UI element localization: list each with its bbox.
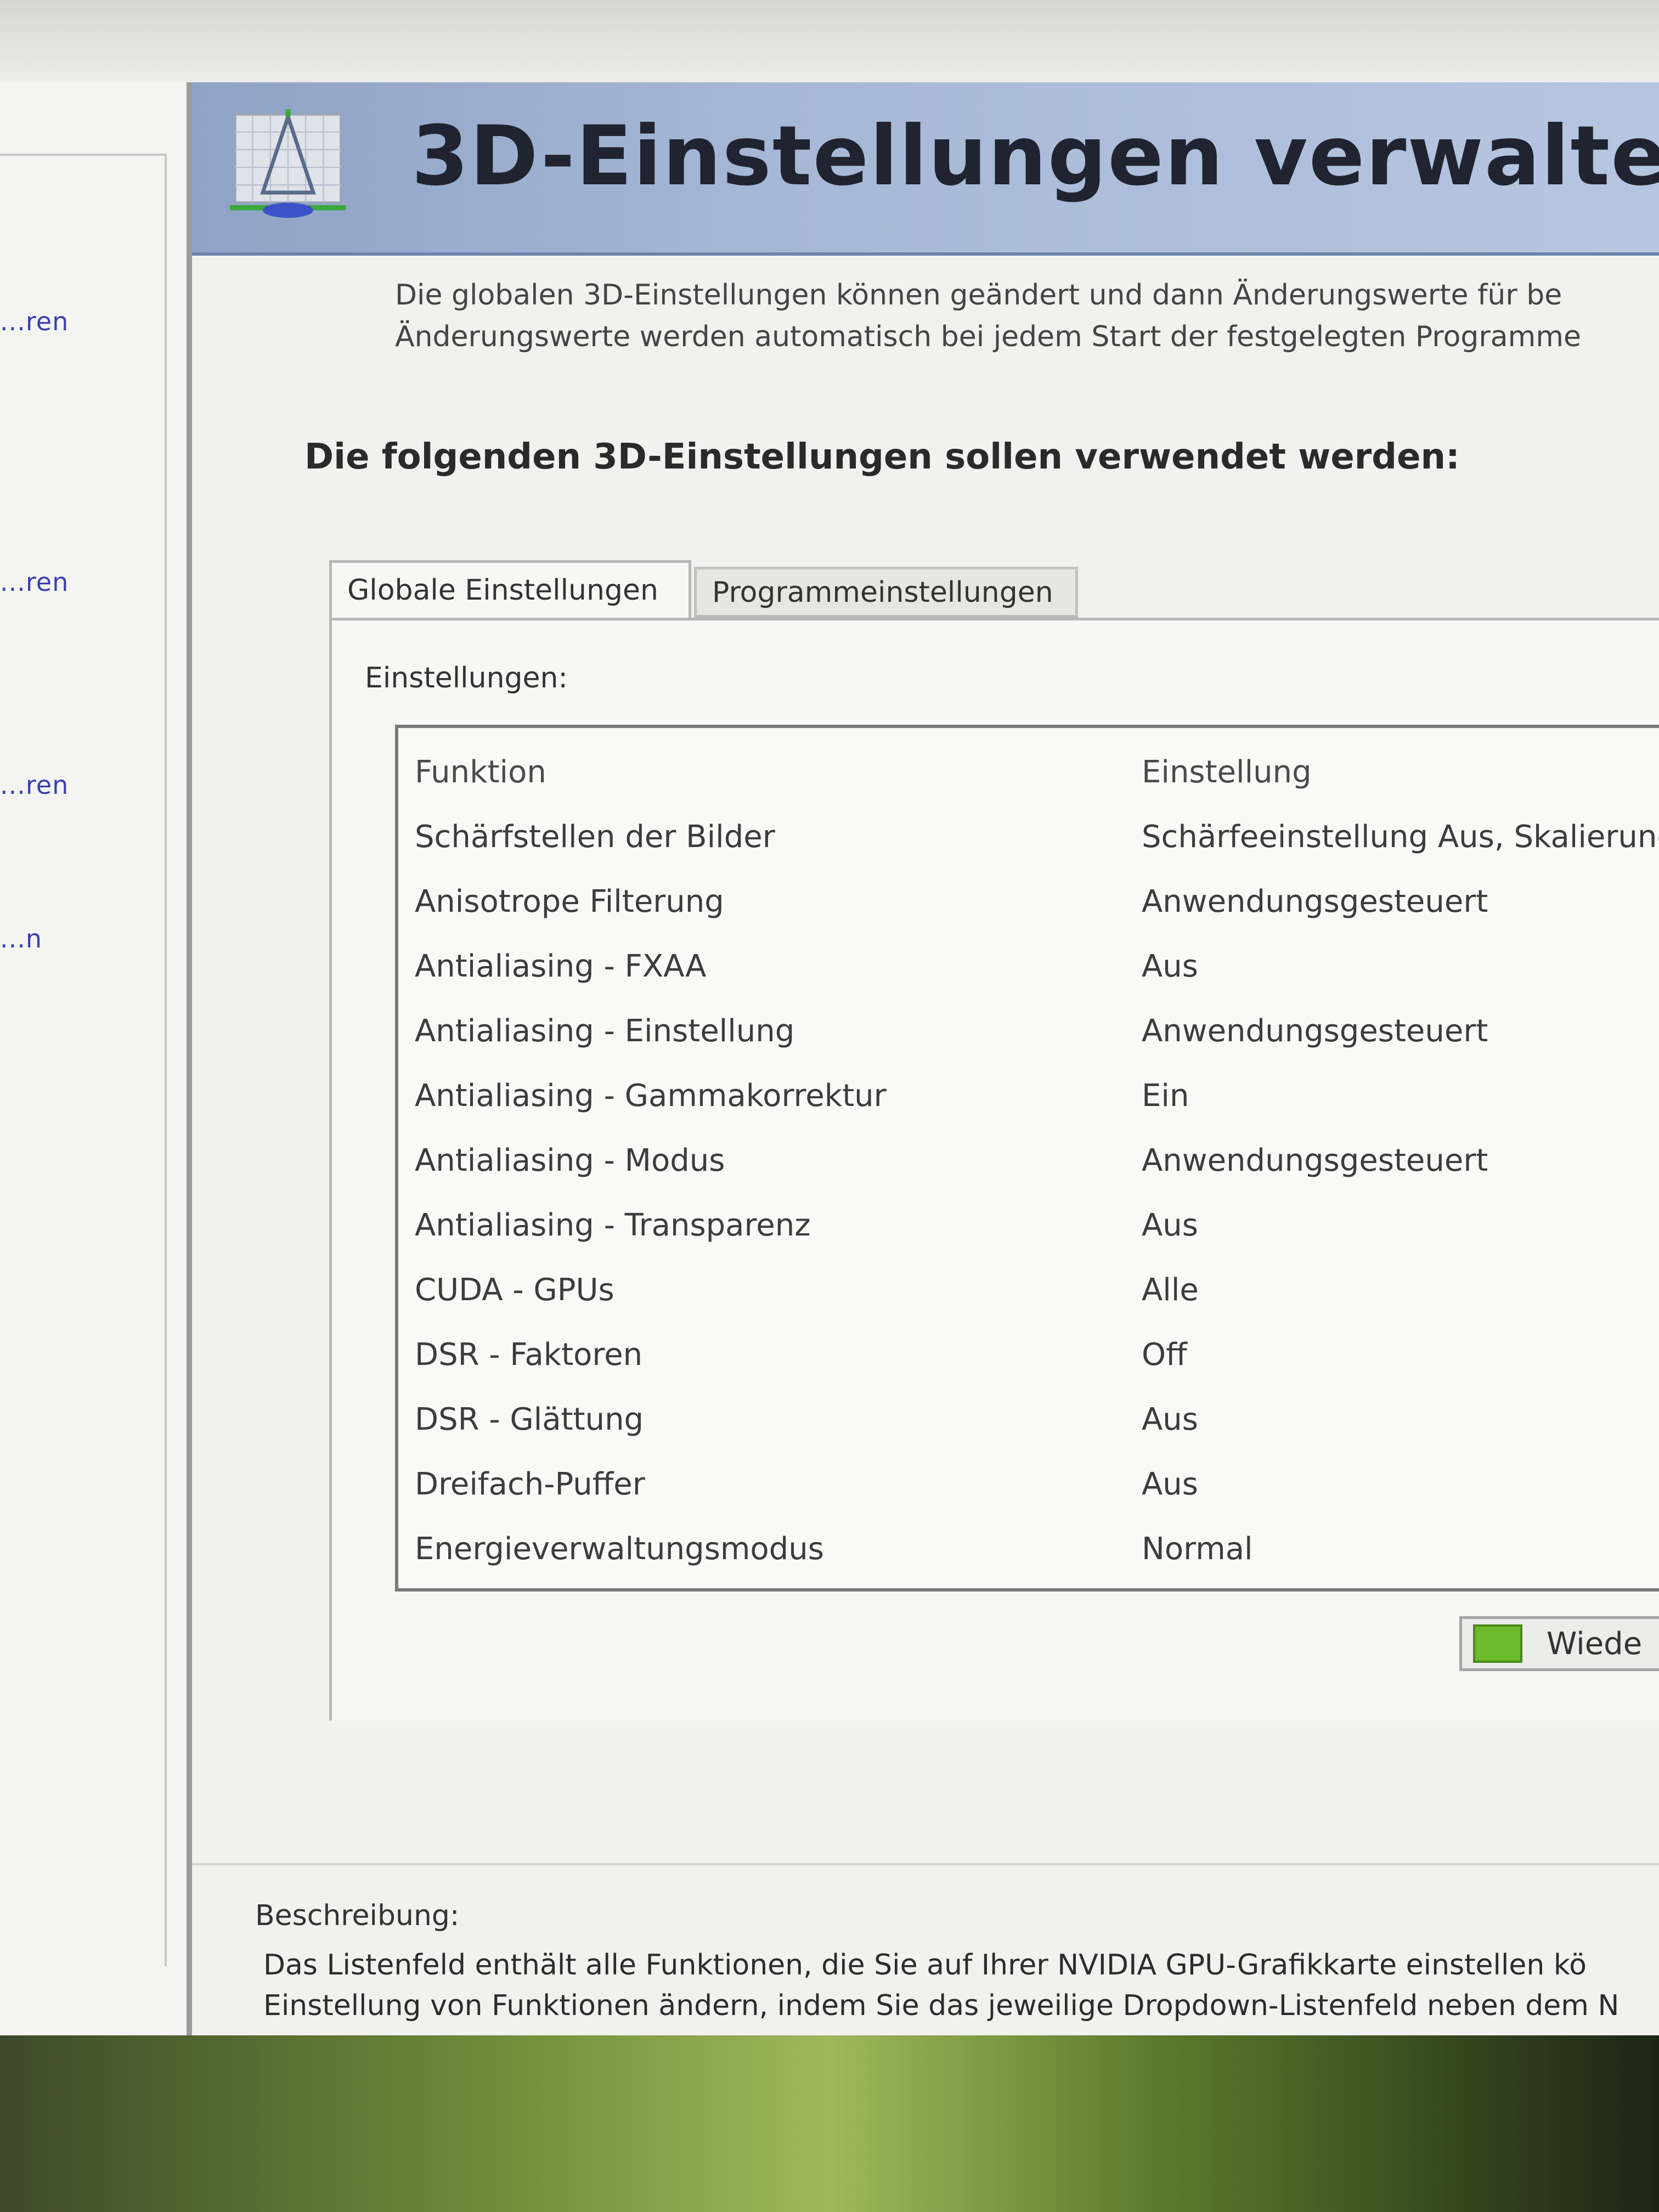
tab-program-settings[interactable]: Programmeinstellungen: [694, 567, 1078, 618]
restore-button-label: Wiede: [1547, 1626, 1643, 1662]
description-text-line-2: Einstellung von Funktionen ändern, indem…: [263, 1989, 1620, 2022]
setting-function: Antialiasing - Modus: [415, 1143, 725, 1178]
tab-global-settings[interactable]: Globale Einstellungen: [329, 560, 691, 618]
setting-value[interactable]: Anwendungsgesteuert: [1142, 884, 1488, 919]
setting-value[interactable]: Normal: [1142, 1531, 1253, 1567]
restore-defaults-button[interactable]: Wiede: [1459, 1616, 1659, 1671]
description-text-line-1: Das Listenfeld enthält alle Funktionen, …: [263, 1949, 1587, 1982]
setting-function: Antialiasing - Gammakorrektur: [415, 1078, 887, 1114]
background-desk: [0, 2035, 1659, 2212]
table-row[interactable]: Dreifach-Puffer Aus: [398, 1457, 1659, 1520]
settings-label: Einstellungen:: [365, 662, 568, 695]
setting-value[interactable]: Aus: [1142, 1402, 1198, 1437]
section-heading: Die folgenden 3D-Einstellungen sollen ve…: [304, 437, 1460, 477]
setting-function: CUDA - GPUs: [415, 1272, 614, 1308]
nav-link-1[interactable]: ...ren: [0, 307, 69, 336]
setting-function: DSR - Faktoren: [415, 1337, 643, 1373]
monitor-bezel: [0, 0, 1659, 82]
global-settings-panel: Einstellungen: Funktion Einstellung Schä…: [329, 618, 1659, 1720]
page-title: 3D-Einstellungen verwalten: [411, 109, 1659, 204]
content-area: Die globalen 3D-Einstellungen können geä…: [192, 256, 1659, 2035]
navigation-tree: ...ren ...ren ...ren ...n: [0, 154, 167, 1966]
setting-value[interactable]: Anwendungsgesteuert: [1142, 1143, 1488, 1178]
description-label: Beschreibung:: [255, 1899, 460, 1932]
table-row[interactable]: Schärfstellen der Bilder Schärfeeinstell…: [398, 809, 1659, 873]
setting-value[interactable]: Aus: [1142, 1466, 1198, 1502]
setting-value[interactable]: Anwendungsgesteuert: [1142, 1013, 1488, 1049]
settings-list-header: Funktion Einstellung: [398, 744, 1659, 808]
table-row[interactable]: DSR - Faktoren Off: [398, 1327, 1659, 1391]
table-row[interactable]: Antialiasing - Einstellung Anwendungsges…: [398, 1003, 1659, 1067]
column-header-function[interactable]: Funktion: [415, 754, 546, 790]
table-row[interactable]: Antialiasing - Transparenz Aus: [398, 1198, 1659, 1261]
setting-value[interactable]: Aus: [1142, 949, 1198, 984]
setting-function: Antialiasing - Transparenz: [415, 1207, 811, 1243]
setting-value[interactable]: Alle: [1142, 1272, 1199, 1308]
tab-strip: Globale Einstellungen Programmeinstellun…: [329, 560, 1659, 620]
nav-link-3[interactable]: ...ren: [0, 770, 69, 800]
page-header: 3D-Einstellungen verwalten: [192, 82, 1659, 256]
nav-link-4[interactable]: ...n: [0, 924, 42, 953]
setting-function: Anisotrope Filterung: [415, 884, 724, 919]
table-row[interactable]: Antialiasing - Modus Anwendungsgesteuert: [398, 1133, 1659, 1197]
navigation-pane: ...ren ...ren ...ren ...n: [0, 82, 192, 2035]
setting-value[interactable]: Off: [1142, 1337, 1187, 1373]
setting-function: DSR - Glättung: [415, 1402, 644, 1437]
setting-function: Antialiasing - FXAA: [415, 949, 707, 984]
setting-value[interactable]: Ein: [1142, 1078, 1189, 1114]
nvidia-3d-settings-icon: [230, 109, 346, 218]
settings-list[interactable]: Funktion Einstellung Schärfstellen der B…: [395, 725, 1659, 1592]
restore-defaults-icon: [1473, 1624, 1522, 1663]
setting-function: Schärfstellen der Bilder: [415, 819, 775, 855]
table-row[interactable]: Antialiasing - FXAA Aus: [398, 939, 1659, 1002]
table-row[interactable]: Anisotrope Filterung Anwendungsgesteuert: [398, 874, 1659, 938]
intro-text-line-2: Änderungswerte werden automatisch bei je…: [395, 320, 1581, 353]
setting-function: Dreifach-Puffer: [415, 1466, 645, 1502]
description-divider: [192, 1863, 1659, 1865]
setting-value[interactable]: Schärfeeinstellung Aus, Skalierung: [1142, 819, 1659, 855]
intro-text-line-1: Die globalen 3D-Einstellungen können geä…: [395, 279, 1562, 312]
table-row[interactable]: Antialiasing - Gammakorrektur Ein: [398, 1068, 1659, 1132]
table-row[interactable]: Energieverwaltungsmodus Normal: [398, 1521, 1659, 1585]
setting-function: Energieverwaltungsmodus: [415, 1531, 824, 1567]
table-row[interactable]: DSR - Glättung Aus: [398, 1392, 1659, 1455]
control-panel-window: ...ren ...ren ...ren ...n 3D-Einstellung…: [0, 0, 1659, 2035]
setting-value[interactable]: Aus: [1142, 1207, 1198, 1243]
column-header-setting[interactable]: Einstellung: [1142, 754, 1312, 790]
table-row[interactable]: CUDA - GPUs Alle: [398, 1262, 1659, 1326]
setting-function: Antialiasing - Einstellung: [415, 1013, 795, 1049]
nav-link-2[interactable]: ...ren: [0, 567, 69, 597]
